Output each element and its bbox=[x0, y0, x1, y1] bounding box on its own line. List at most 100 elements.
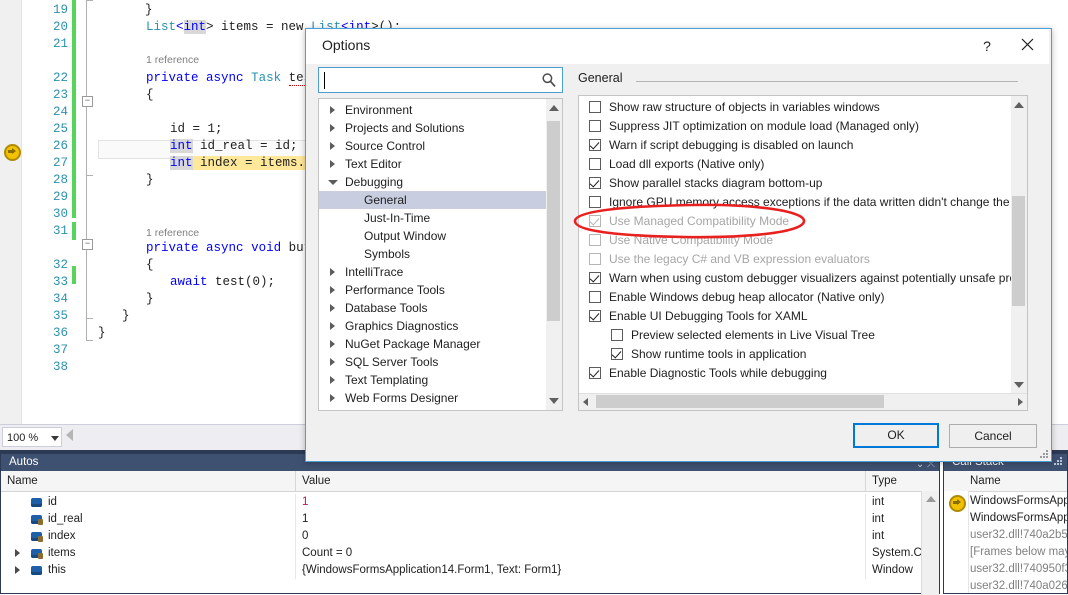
tree-item-text-templating[interactable]: Text Templating bbox=[319, 371, 547, 389]
tree-item-symbols[interactable]: Symbols bbox=[319, 245, 547, 263]
options-category-tree[interactable]: Environment Projects and Solutions Sourc… bbox=[318, 98, 563, 411]
tree-item-database-tools[interactable]: Database Tools bbox=[319, 299, 547, 317]
variable-name-cell[interactable]: id bbox=[1, 494, 296, 511]
tree-item-sql-server-tools[interactable]: SQL Server Tools bbox=[319, 353, 547, 371]
call-stack-row[interactable]: user32.dll!740a2b5b bbox=[970, 527, 1067, 544]
cancel-button[interactable]: Cancel bbox=[949, 424, 1037, 448]
variable-value-cell[interactable]: {WindowsFormsApplication14.Form1, Text: … bbox=[296, 562, 866, 579]
call-stack-row[interactable]: user32.dll!740a0266( bbox=[970, 578, 1067, 595]
scrollbar-thumb[interactable] bbox=[547, 121, 560, 321]
tree-item-web-forms-designer[interactable]: Web Forms Designer bbox=[319, 389, 547, 407]
checkbox[interactable] bbox=[611, 348, 623, 360]
chevron-down-icon[interactable] bbox=[328, 180, 338, 189]
codelens-reference[interactable]: 1 reference bbox=[146, 54, 199, 66]
tree-item-just-in-time[interactable]: Just-In-Time bbox=[319, 209, 547, 227]
checkbox[interactable] bbox=[589, 139, 601, 151]
search-input-value[interactable] bbox=[326, 68, 531, 92]
scroll-left-icon[interactable] bbox=[66, 429, 73, 441]
tree-item-performance-tools[interactable]: Performance Tools bbox=[319, 281, 547, 299]
tree-item-intellitrace[interactable]: IntelliTrace bbox=[319, 263, 547, 281]
resize-grip[interactable] bbox=[1054, 457, 1064, 467]
scrollbar-thumb[interactable] bbox=[1012, 196, 1025, 306]
close-icon[interactable] bbox=[1010, 33, 1044, 60]
checkbox[interactable] bbox=[589, 101, 601, 113]
ok-button[interactable]: OK bbox=[853, 423, 939, 448]
table-row[interactable]: id_real 1 int bbox=[1, 511, 939, 528]
chevron-right-icon[interactable] bbox=[330, 268, 335, 276]
expand-arrow-icon[interactable] bbox=[15, 549, 20, 557]
variable-name-cell[interactable]: id_real bbox=[1, 511, 296, 528]
chevron-right-icon[interactable] bbox=[330, 160, 335, 168]
dialog-resize-grip[interactable] bbox=[1040, 450, 1049, 459]
field-icon bbox=[31, 565, 43, 576]
scroll-up-icon[interactable] bbox=[1014, 102, 1024, 108]
checkbox[interactable] bbox=[589, 272, 601, 284]
search-icon[interactable] bbox=[541, 72, 557, 88]
chevron-right-icon[interactable] bbox=[330, 124, 335, 132]
column-header-value[interactable]: Value bbox=[296, 471, 866, 491]
scroll-down-icon[interactable] bbox=[1014, 382, 1024, 388]
chevron-right-icon[interactable] bbox=[330, 322, 335, 330]
scrollbar-thumb[interactable] bbox=[596, 395, 884, 408]
variable-value-cell[interactable]: 1 bbox=[296, 511, 866, 528]
table-row[interactable]: this {WindowsFormsApplication14.Form1, T… bbox=[1, 562, 939, 579]
variable-name-cell[interactable]: items bbox=[1, 545, 296, 562]
question-mark-icon[interactable]: ? bbox=[970, 33, 1004, 60]
variable-name-cell[interactable]: this bbox=[1, 562, 296, 579]
checkbox[interactable] bbox=[589, 291, 601, 303]
chevron-right-icon[interactable] bbox=[330, 286, 335, 294]
variable-value-cell[interactable]: Count = 0 bbox=[296, 545, 866, 562]
checkbox[interactable] bbox=[611, 329, 623, 341]
tree-vertical-scrollbar[interactable] bbox=[546, 99, 562, 410]
chevron-right-icon[interactable] bbox=[330, 394, 335, 402]
column-header-type[interactable]: Type bbox=[866, 471, 939, 491]
checkbox[interactable] bbox=[589, 367, 601, 379]
tree-item-nuget-package-manager[interactable]: NuGet Package Manager bbox=[319, 335, 547, 353]
scroll-left-icon[interactable] bbox=[583, 398, 588, 406]
search-input[interactable] bbox=[318, 67, 563, 93]
checkbox[interactable] bbox=[589, 158, 601, 170]
chevron-right-icon[interactable] bbox=[330, 142, 335, 150]
options-vertical-scrollbar[interactable] bbox=[1011, 96, 1027, 394]
checkbox[interactable] bbox=[589, 196, 601, 208]
checkbox[interactable] bbox=[589, 310, 601, 322]
tree-item-general[interactable]: General bbox=[319, 191, 547, 209]
zoom-level-select[interactable]: 100 % bbox=[2, 427, 62, 447]
checkbox[interactable] bbox=[589, 120, 601, 132]
call-stack-row[interactable]: user32.dll!740950f3( bbox=[970, 561, 1067, 578]
tree-item-graphics-diagnostics[interactable]: Graphics Diagnostics bbox=[319, 317, 547, 335]
scroll-up-icon[interactable] bbox=[549, 105, 559, 111]
tree-item-text-editor[interactable]: Text Editor bbox=[319, 155, 547, 173]
table-row[interactable]: id 1 int bbox=[1, 494, 939, 511]
expand-arrow-icon[interactable] bbox=[15, 566, 20, 574]
column-header-name[interactable]: Name bbox=[1, 471, 296, 491]
options-checkbox-list[interactable]: Show raw structure of objects in variabl… bbox=[578, 95, 1028, 411]
codelens-reference[interactable]: 1 reference bbox=[146, 227, 199, 239]
variable-value-cell[interactable]: 1 bbox=[296, 494, 866, 511]
tree-item-debugging[interactable]: Debugging bbox=[319, 173, 547, 191]
tree-item-output-window[interactable]: Output Window bbox=[319, 227, 547, 245]
scroll-right-icon[interactable] bbox=[1018, 398, 1023, 406]
call-stack-row[interactable]: WindowsFormsApp bbox=[970, 510, 1067, 527]
scroll-up-icon[interactable] bbox=[926, 496, 936, 502]
checkbox[interactable] bbox=[589, 177, 601, 189]
chevron-right-icon[interactable] bbox=[330, 376, 335, 384]
column-header-name[interactable]: Name bbox=[970, 471, 1001, 491]
variable-name-cell[interactable]: index bbox=[1, 528, 296, 545]
dialog-title-bar[interactable]: Options ? bbox=[306, 29, 1049, 64]
chevron-right-icon[interactable] bbox=[330, 106, 335, 114]
chevron-right-icon[interactable] bbox=[330, 358, 335, 366]
variable-value-cell[interactable]: 0 bbox=[296, 528, 866, 545]
call-stack-row[interactable]: [Frames below may bbox=[970, 544, 1067, 561]
tree-item-projects-and-solutions[interactable]: Projects and Solutions bbox=[319, 119, 547, 137]
options-horizontal-scrollbar[interactable] bbox=[579, 393, 1027, 410]
table-row[interactable]: index 0 int bbox=[1, 528, 939, 545]
scroll-down-icon[interactable] bbox=[549, 398, 559, 404]
table-row[interactable]: items Count = 0 System.C bbox=[1, 545, 939, 562]
chevron-right-icon[interactable] bbox=[330, 304, 335, 312]
autos-vertical-scrollbar[interactable] bbox=[921, 491, 939, 595]
tree-item-environment[interactable]: Environment bbox=[319, 101, 547, 119]
chevron-right-icon[interactable] bbox=[330, 340, 335, 348]
call-stack-row[interactable]: WindowsFormsApp bbox=[970, 493, 1067, 510]
tree-item-source-control[interactable]: Source Control bbox=[319, 137, 547, 155]
